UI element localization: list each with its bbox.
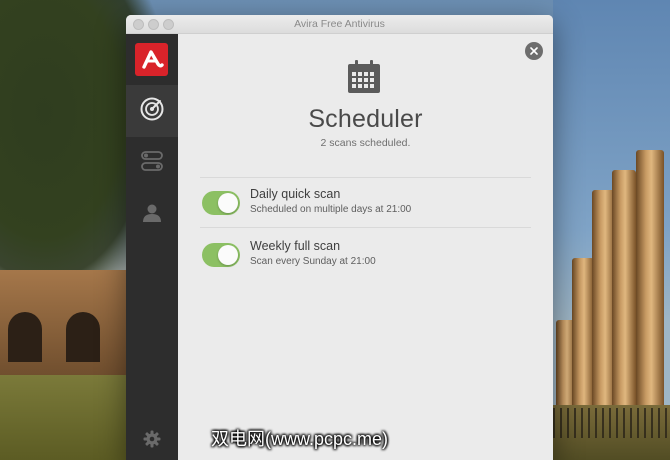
ground-left	[0, 375, 130, 460]
gear-icon	[143, 430, 161, 453]
weekly-scan-toggle[interactable]	[202, 243, 240, 267]
scan-description: Scan every Sunday at 21:00	[250, 256, 376, 267]
scan-title[interactable]: Weekly full scan	[250, 239, 340, 253]
ruin-arch	[8, 312, 42, 362]
scan-description: Scheduled on multiple days at 21:00	[250, 204, 412, 215]
sidebar	[126, 34, 178, 460]
watermark-text: 双电网(www.pcpc.me)	[211, 429, 389, 449]
ruin-arch	[66, 312, 100, 362]
ruin-column	[612, 170, 636, 410]
scan-row-weekly[interactable]: Weekly full scan Scan every Sunday at 21…	[200, 237, 531, 277]
divider	[200, 227, 531, 228]
avira-logo-icon[interactable]	[135, 43, 168, 76]
toggle-knob	[218, 245, 238, 265]
sidebar-item-account[interactable]	[126, 189, 178, 241]
user-icon	[142, 203, 162, 228]
toggles-icon	[141, 150, 163, 177]
scan-title[interactable]: Daily quick scan	[250, 187, 340, 201]
ruin-column	[572, 258, 594, 410]
scan-count-text: 2 scans scheduled.	[320, 137, 411, 149]
sidebar-item-scan[interactable]	[126, 85, 178, 137]
app-window: Avira Free Antivirus Scheduler 2 scans s…	[126, 15, 553, 460]
close-icon	[530, 42, 538, 60]
settings-button[interactable]	[140, 429, 164, 453]
radar-icon	[139, 96, 165, 127]
toggle-knob	[218, 193, 238, 213]
fence	[553, 408, 670, 438]
ruin-column	[636, 150, 664, 410]
sidebar-item-modules[interactable]	[126, 137, 178, 189]
scan-row-daily[interactable]: Daily quick scan Scheduled on multiple d…	[200, 185, 531, 225]
divider	[200, 177, 531, 178]
close-panel-button[interactable]	[525, 42, 543, 60]
calendar-icon	[346, 59, 382, 100]
title-bar[interactable]: Avira Free Antivirus	[126, 15, 553, 34]
page-title: Scheduler	[308, 105, 423, 133]
daily-scan-toggle[interactable]	[202, 191, 240, 215]
window-title: Avira Free Antivirus	[294, 18, 385, 30]
